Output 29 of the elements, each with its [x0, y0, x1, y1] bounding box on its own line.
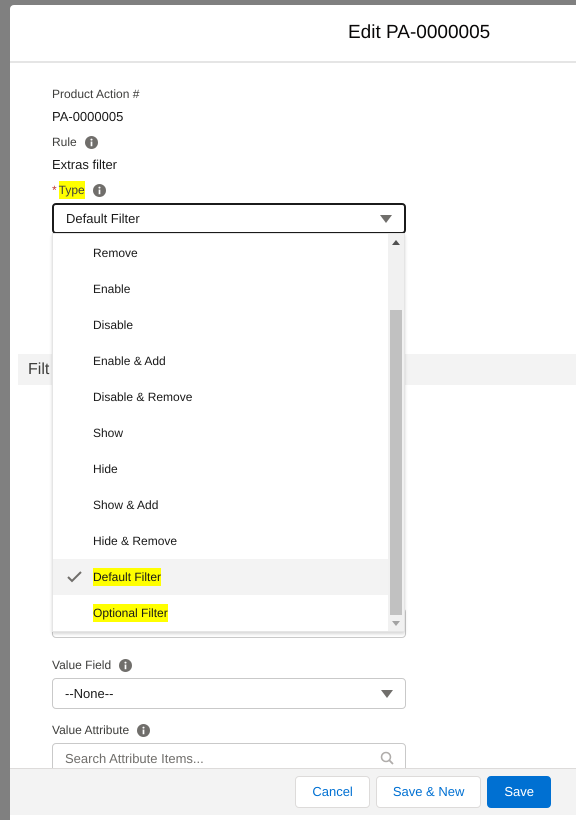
type-select[interactable]: Default Filter: [52, 203, 406, 234]
scroll-up-icon[interactable]: [392, 240, 400, 245]
save-button[interactable]: Save: [487, 776, 551, 808]
dropdown-option[interactable]: Enable: [53, 271, 388, 307]
dropdown-option[interactable]: Disable: [53, 307, 388, 343]
field-label: Value Field: [52, 657, 112, 674]
dropdown-option[interactable]: Hide: [53, 451, 388, 487]
scroll-down-icon[interactable]: [392, 621, 400, 626]
scrollbar-thumb[interactable]: [390, 310, 402, 615]
value-field-select[interactable]: --None--: [52, 678, 406, 709]
field-label: Value Attribute: [52, 722, 130, 739]
dropdown-option[interactable]: Remove: [53, 235, 388, 271]
caret-icon: [380, 214, 392, 222]
field-value: Extras filter: [52, 156, 118, 174]
field-label: Product Action #: [52, 86, 140, 103]
search-icon: [380, 751, 394, 765]
modal-title: Edit PA-0000005: [348, 20, 490, 45]
footer-button[interactable]: Cancel: [295, 776, 370, 808]
dropdown-option[interactable]: Show: [53, 415, 388, 451]
dropdown-option[interactable]: Default Filter: [53, 559, 388, 595]
field-value: PA-0000005: [52, 108, 124, 126]
dropdown-option[interactable]: Show & Add: [53, 487, 388, 523]
dropdown-option[interactable]: Optional Filter: [53, 595, 388, 631]
dropdown-option[interactable]: Hide & Remove: [53, 523, 388, 559]
required-mark: *: [52, 182, 57, 199]
field-label: Rule: [52, 134, 77, 151]
caret-icon: [381, 690, 393, 698]
check-icon: [67, 571, 82, 583]
footer-button[interactable]: Save & New: [376, 776, 482, 808]
